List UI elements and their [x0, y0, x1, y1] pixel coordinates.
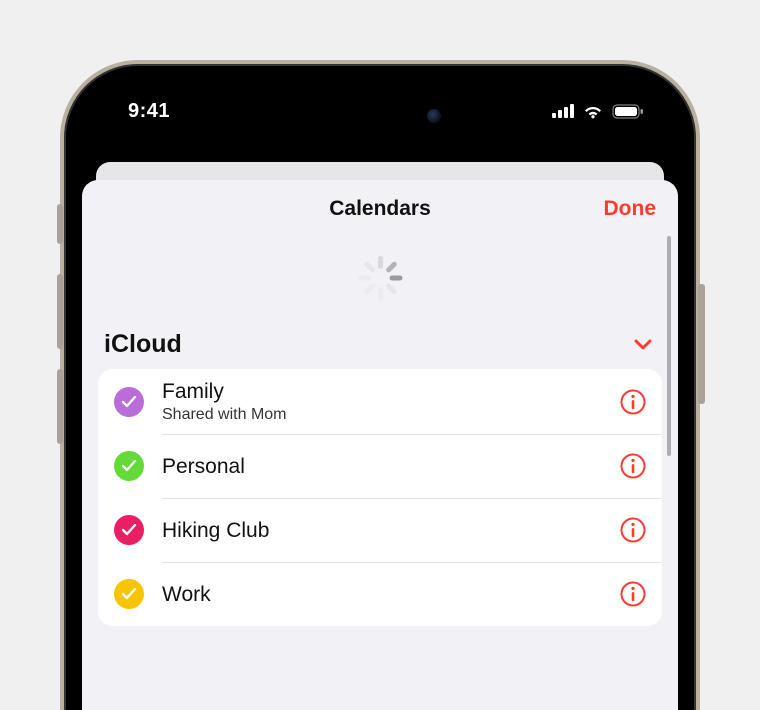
dynamic-island	[305, 96, 455, 136]
phone-chassis: 9:41	[60, 60, 700, 710]
calendar-name: Work	[162, 582, 618, 607]
volume-down-button	[57, 369, 63, 444]
section-title: iCloud	[104, 330, 182, 359]
status-icons	[552, 103, 644, 119]
info-button[interactable]	[618, 451, 648, 481]
info-button[interactable]	[618, 579, 648, 609]
calendar-row-personal[interactable]: Personal	[98, 434, 662, 498]
calendar-row-text: Personal	[162, 454, 618, 479]
phone-screen: 9:41	[76, 76, 684, 710]
calendar-row-text: Hiking Club	[162, 518, 618, 543]
loading-area	[82, 238, 678, 330]
battery-icon	[612, 104, 644, 119]
calendar-subtitle: Shared with Mom	[162, 405, 618, 424]
calendar-name: Hiking Club	[162, 518, 618, 543]
checkmark-icon[interactable]	[114, 579, 144, 609]
cellular-icon	[552, 104, 574, 118]
calendar-row-text: Work	[162, 582, 618, 607]
sheet-header: Calendars Done	[82, 180, 678, 238]
front-camera	[427, 109, 441, 123]
calendar-row-text: Family Shared with Mom	[162, 379, 618, 424]
checkmark-icon[interactable]	[114, 387, 144, 417]
sheet-title: Calendars	[329, 197, 431, 221]
info-icon	[620, 581, 646, 607]
done-button[interactable]: Done	[604, 180, 657, 238]
info-button[interactable]	[618, 387, 648, 417]
info-icon	[620, 453, 646, 479]
info-button[interactable]	[618, 515, 648, 545]
silent-switch	[57, 204, 63, 244]
image-frame: 9:41	[0, 0, 760, 710]
checkmark-icon[interactable]	[114, 451, 144, 481]
chevron-down-icon	[634, 339, 652, 351]
calendar-name: Personal	[162, 454, 618, 479]
calendars-sheet: Calendars Done i	[82, 180, 678, 710]
volume-up-button	[57, 274, 63, 349]
loading-spinner-icon	[358, 256, 402, 300]
section-header-icloud[interactable]: iCloud	[82, 330, 678, 369]
calendar-name: Family	[162, 379, 618, 404]
checkmark-icon[interactable]	[114, 515, 144, 545]
wifi-icon	[582, 103, 604, 119]
calendar-row-hiking-club[interactable]: Hiking Club	[98, 498, 662, 562]
calendar-list: Family Shared with Mom Personal	[98, 369, 662, 626]
power-button	[698, 284, 705, 404]
calendar-row-work[interactable]: Work	[98, 562, 662, 626]
scroll-indicator[interactable]	[667, 236, 671, 456]
status-time: 9:41	[128, 100, 170, 123]
info-icon	[620, 517, 646, 543]
info-icon	[620, 389, 646, 415]
calendar-row-family[interactable]: Family Shared with Mom	[98, 369, 662, 434]
